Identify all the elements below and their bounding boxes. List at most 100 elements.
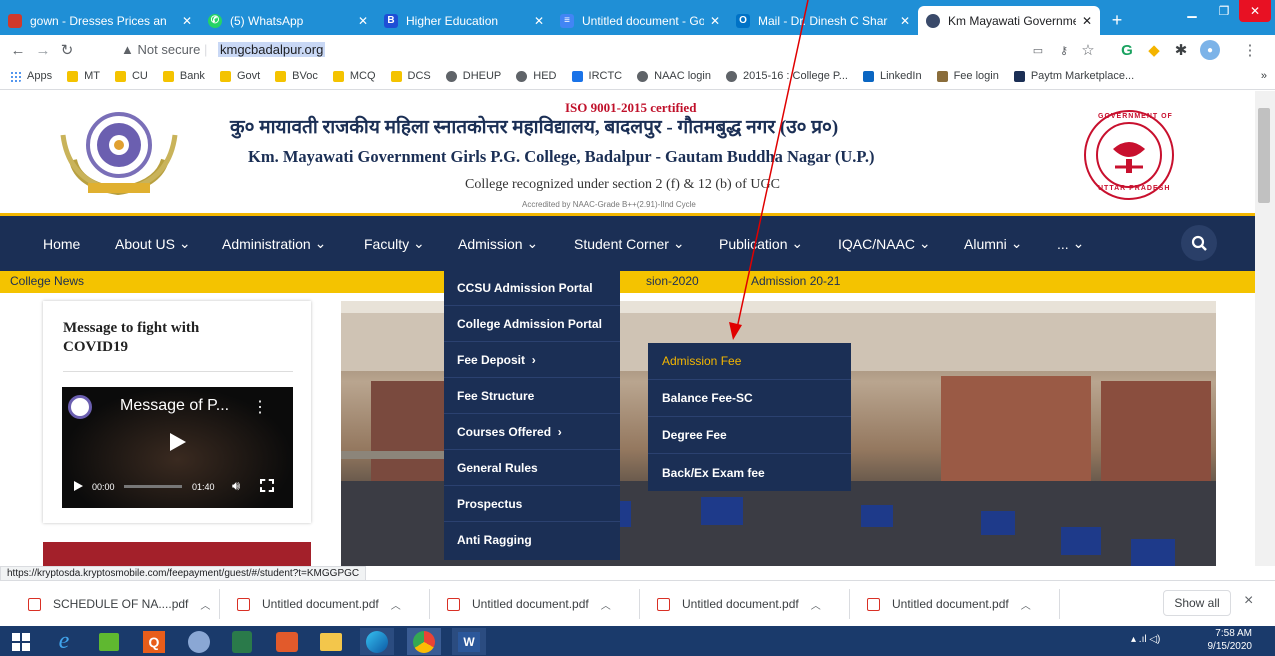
menu-item-general-rules[interactable]: General Rules	[444, 450, 620, 486]
nav-home[interactable]: Home	[43, 216, 80, 271]
download-item[interactable]: SCHEDULE OF NA....pdf ︿	[28, 593, 210, 615]
snipping-tool-icon[interactable]	[182, 628, 216, 655]
download-item[interactable]: Untitled document.pdf ︿	[657, 593, 821, 615]
menu-item-fee-deposit[interactable]: Fee Deposit ›	[444, 342, 620, 378]
submenu-item-admission-fee[interactable]: Admission Fee	[648, 343, 851, 380]
video-progress-bar[interactable]	[124, 485, 182, 488]
news-item[interactable]: sion-2020	[646, 274, 699, 288]
clock-time[interactable]: 7:58 AM	[1202, 628, 1252, 639]
bookmark-linkedin[interactable]: LinkedIn	[862, 70, 922, 82]
close-icon[interactable]: ✕	[710, 14, 720, 28]
play-small-icon[interactable]	[74, 481, 83, 491]
nav-iqac-naac[interactable]: IQAC/NAAC ⌄	[838, 216, 931, 271]
menu-item-fee-structure[interactable]: Fee Structure	[444, 378, 620, 414]
nav-administration[interactable]: Administration ⌄	[222, 216, 326, 271]
submenu-item-degree-fee[interactable]: Degree Fee	[648, 417, 851, 454]
bookmark-hed[interactable]: HED	[516, 70, 557, 82]
scrollbar-thumb[interactable]	[1258, 108, 1270, 203]
bookmark-naac-login[interactable]: NAAC login	[637, 70, 711, 82]
chevron-up-icon[interactable]: ︿	[811, 597, 821, 612]
window-close-icon[interactable]: ✕	[1239, 0, 1271, 22]
search-button[interactable]	[1181, 225, 1217, 261]
close-icon[interactable]: ✕	[1082, 14, 1092, 28]
bookmark-folder[interactable]: MCQ	[332, 70, 376, 82]
not-secure-indicator[interactable]: ▲ Not secure |	[121, 42, 207, 57]
tab-km-mayawati[interactable]: Km Mayawati Governme ✕	[918, 6, 1100, 35]
chevron-up-icon[interactable]: ︿	[200, 597, 210, 612]
clock-date[interactable]: 9/15/2020	[1196, 641, 1253, 652]
close-icon[interactable]: ✕	[358, 14, 368, 28]
back-arrow-icon[interactable]: ←	[8, 40, 28, 60]
q-app-icon[interactable]: Q	[137, 628, 171, 655]
store-icon[interactable]	[92, 628, 126, 655]
nav-about-us[interactable]: About US ⌄	[115, 216, 191, 271]
file-explorer-icon[interactable]	[314, 628, 348, 655]
word-icon[interactable]: W	[452, 628, 486, 655]
new-tab-button[interactable]: +	[1102, 6, 1132, 35]
close-icon[interactable]: ✕	[182, 14, 192, 28]
presentation-app-icon[interactable]	[270, 628, 304, 655]
calculator-app-icon[interactable]	[225, 628, 259, 655]
submenu-item-back-ex-exam-fee[interactable]: Back/Ex Exam fee	[648, 454, 851, 491]
download-item[interactable]: Untitled document.pdf ︿	[867, 593, 1031, 615]
menu-item-college-admission-portal[interactable]: College Admission Portal	[444, 306, 620, 342]
show-all-button[interactable]: Show all	[1163, 590, 1231, 616]
tab-google-docs[interactable]: ≡ Untitled document - Go ✕	[552, 6, 728, 35]
edge-icon[interactable]	[360, 628, 394, 655]
windows-start-icon[interactable]	[4, 628, 38, 655]
tab-gown[interactable]: gown - Dresses Prices an ✕	[0, 6, 200, 35]
download-item[interactable]: Untitled document.pdf ︿	[447, 593, 611, 615]
bookmarks-overflow-button[interactable]: »	[1261, 70, 1267, 82]
bookmark-folder[interactable]: CU	[114, 70, 148, 82]
video-player[interactable]: Message of P... ⋮ 00:00 01:40 🔊︎	[62, 387, 293, 508]
reload-icon[interactable]: ↻	[57, 40, 77, 60]
bookmark-dheup[interactable]: DHEUP	[445, 70, 501, 82]
chrome-icon[interactable]	[407, 628, 441, 655]
nav-admission[interactable]: Admission ⌄	[458, 216, 538, 271]
nav-more[interactable]: ... ⌄	[1057, 216, 1084, 271]
bookmark-college-p[interactable]: 2015-16 : College P...	[725, 70, 848, 82]
bookmark-apps[interactable]: Apps	[10, 70, 52, 82]
bookmark-folder[interactable]: Govt	[219, 70, 260, 82]
bookmark-folder[interactable]: Bank	[162, 70, 205, 82]
chevron-up-icon[interactable]: ︿	[601, 597, 611, 612]
fullscreen-icon[interactable]	[260, 479, 274, 492]
menu-item-anti-ragging[interactable]: Anti Ragging	[444, 522, 620, 558]
kebab-menu-icon[interactable]: ⋮	[1240, 40, 1260, 60]
news-item[interactable]: Admission 20-21	[751, 274, 840, 288]
bookmark-fee-login[interactable]: Fee login	[936, 70, 999, 82]
play-icon[interactable]	[170, 433, 186, 451]
chevron-up-icon[interactable]: ︿	[391, 597, 401, 612]
menu-item-ccsu-admission-portal[interactable]: CCSU Admission Portal	[444, 270, 620, 306]
bookmark-folder[interactable]: BVoc	[275, 70, 318, 82]
tab-mail[interactable]: O Mail - Dr. Dinesh C Shar ✕	[728, 6, 918, 35]
volume-icon[interactable]: 🔊︎	[232, 478, 240, 494]
video-menu-icon[interactable]: ⋮	[252, 397, 268, 417]
forward-arrow-icon[interactable]: →	[33, 40, 53, 60]
maximize-icon[interactable]: ❐	[1207, 0, 1241, 22]
tab-whatsapp[interactable]: ✆ (5) WhatsApp ✕	[200, 6, 376, 35]
nav-publication[interactable]: Publication ⌄	[719, 216, 803, 271]
nav-student-corner[interactable]: Student Corner ⌄	[574, 216, 685, 271]
bookmark-irctc[interactable]: IRCTC	[571, 70, 622, 82]
channel-avatar[interactable]	[68, 395, 92, 419]
submenu-item-balance-fee-sc[interactable]: Balance Fee-SC	[648, 380, 851, 417]
video-title[interactable]: Message of P...	[120, 397, 229, 415]
key-icon[interactable]: ⚷	[1054, 40, 1074, 60]
download-item[interactable]: Untitled document.pdf ︿	[237, 593, 401, 615]
close-downloads-button[interactable]: ×	[1244, 592, 1253, 610]
nav-alumni[interactable]: Alumni ⌄	[964, 216, 1022, 271]
profile-avatar[interactable]: ●	[1200, 40, 1220, 60]
bookmark-folder[interactable]: MT	[67, 70, 100, 82]
internet-explorer-icon[interactable]: e	[47, 628, 81, 655]
cast-icon[interactable]: ▭	[1028, 40, 1048, 60]
address-bar[interactable]: ▲ Not secure | kmgcbadalpur.org	[113, 38, 1073, 60]
menu-item-prospectus[interactable]: Prospectus	[444, 486, 620, 522]
extension-icon[interactable]: ◆	[1144, 40, 1164, 60]
close-icon[interactable]: ✕	[900, 14, 910, 28]
grammarly-icon[interactable]: G	[1117, 40, 1137, 60]
close-icon[interactable]: ✕	[534, 14, 544, 28]
tab-higher-education[interactable]: B Higher Education ✕	[376, 6, 552, 35]
nav-faculty[interactable]: Faculty ⌄	[364, 216, 425, 271]
tray-icons[interactable]: ▴ .ıl ◁)	[1131, 634, 1160, 645]
